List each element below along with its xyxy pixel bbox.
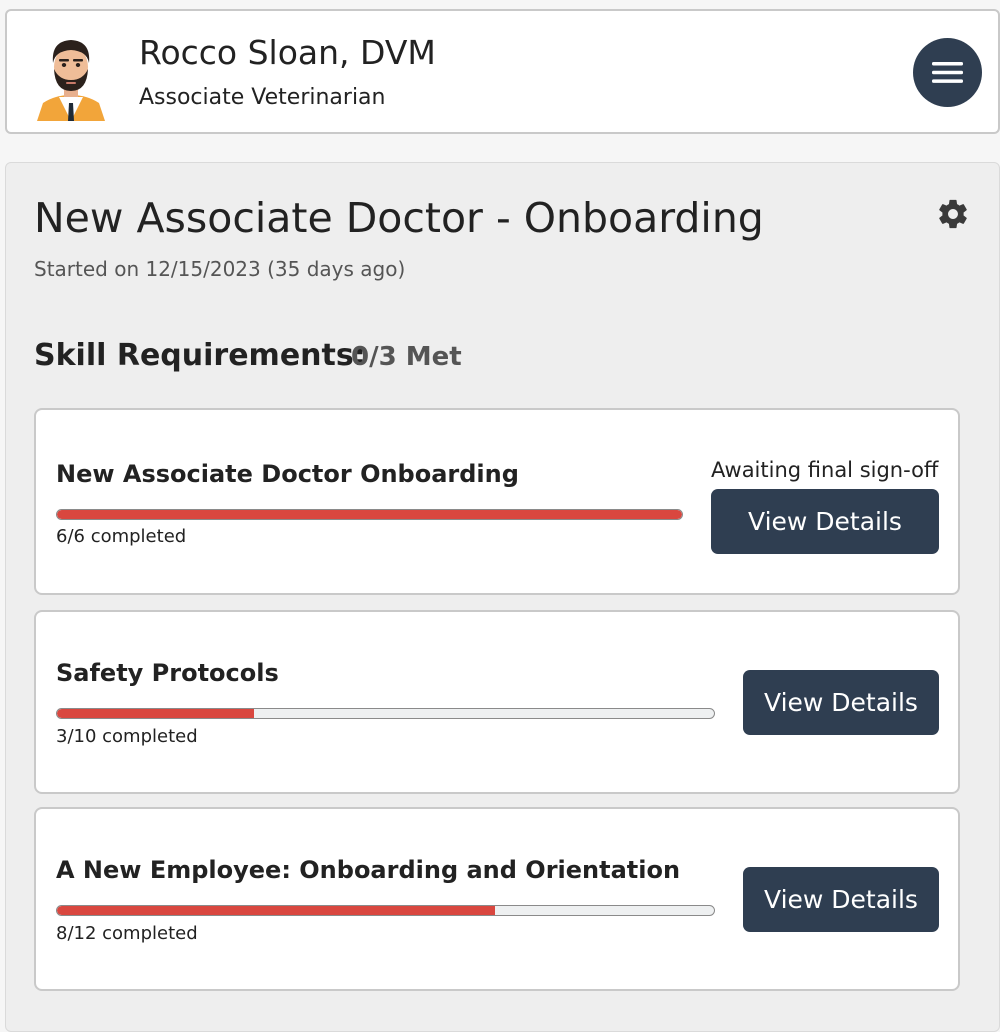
progress-bar <box>56 509 683 520</box>
skill-name: Safety Protocols <box>56 659 279 687</box>
skill-name: New Associate Doctor Onboarding <box>56 460 519 488</box>
progress-fill <box>57 510 682 519</box>
skill-card: A New Employee: Onboarding and Orientati… <box>34 807 960 991</box>
skill-card: Safety Protocols 3/10 completed View Det… <box>34 610 960 794</box>
progress-bar <box>56 905 715 916</box>
view-details-button[interactable]: View Details <box>743 867 939 932</box>
view-details-button[interactable]: View Details <box>711 489 939 554</box>
started-date: Started on 12/15/2023 (35 days ago) <box>34 257 406 281</box>
gear-icon[interactable] <box>936 197 970 231</box>
progress-fill <box>57 906 496 915</box>
page-title: New Associate Doctor - Onboarding <box>34 194 764 242</box>
menu-button[interactable] <box>913 38 982 107</box>
status-text: Awaiting final sign-off <box>711 458 939 482</box>
profile-role: Associate Veterinarian <box>139 85 386 110</box>
view-details-button[interactable]: View Details <box>743 670 939 735</box>
profile-header: Rocco Sloan, DVM Associate Veterinarian <box>5 9 1000 134</box>
hamburger-menu-icon <box>932 62 963 83</box>
progress-bar <box>56 708 715 719</box>
progress-text: 3/10 completed <box>56 726 198 747</box>
skill-card: New Associate Doctor Onboarding 6/6 comp… <box>34 408 960 595</box>
progress-fill <box>57 709 255 718</box>
skills-heading: Skill Requirements: <box>34 338 366 373</box>
avatar <box>33 33 109 121</box>
skills-met-count: 0/3 Met <box>351 342 462 372</box>
skill-name: A New Employee: Onboarding and Orientati… <box>56 856 681 884</box>
progress-text: 8/12 completed <box>56 923 198 944</box>
progress-text: 6/6 completed <box>56 526 187 547</box>
profile-name: Rocco Sloan, DVM <box>139 33 436 72</box>
